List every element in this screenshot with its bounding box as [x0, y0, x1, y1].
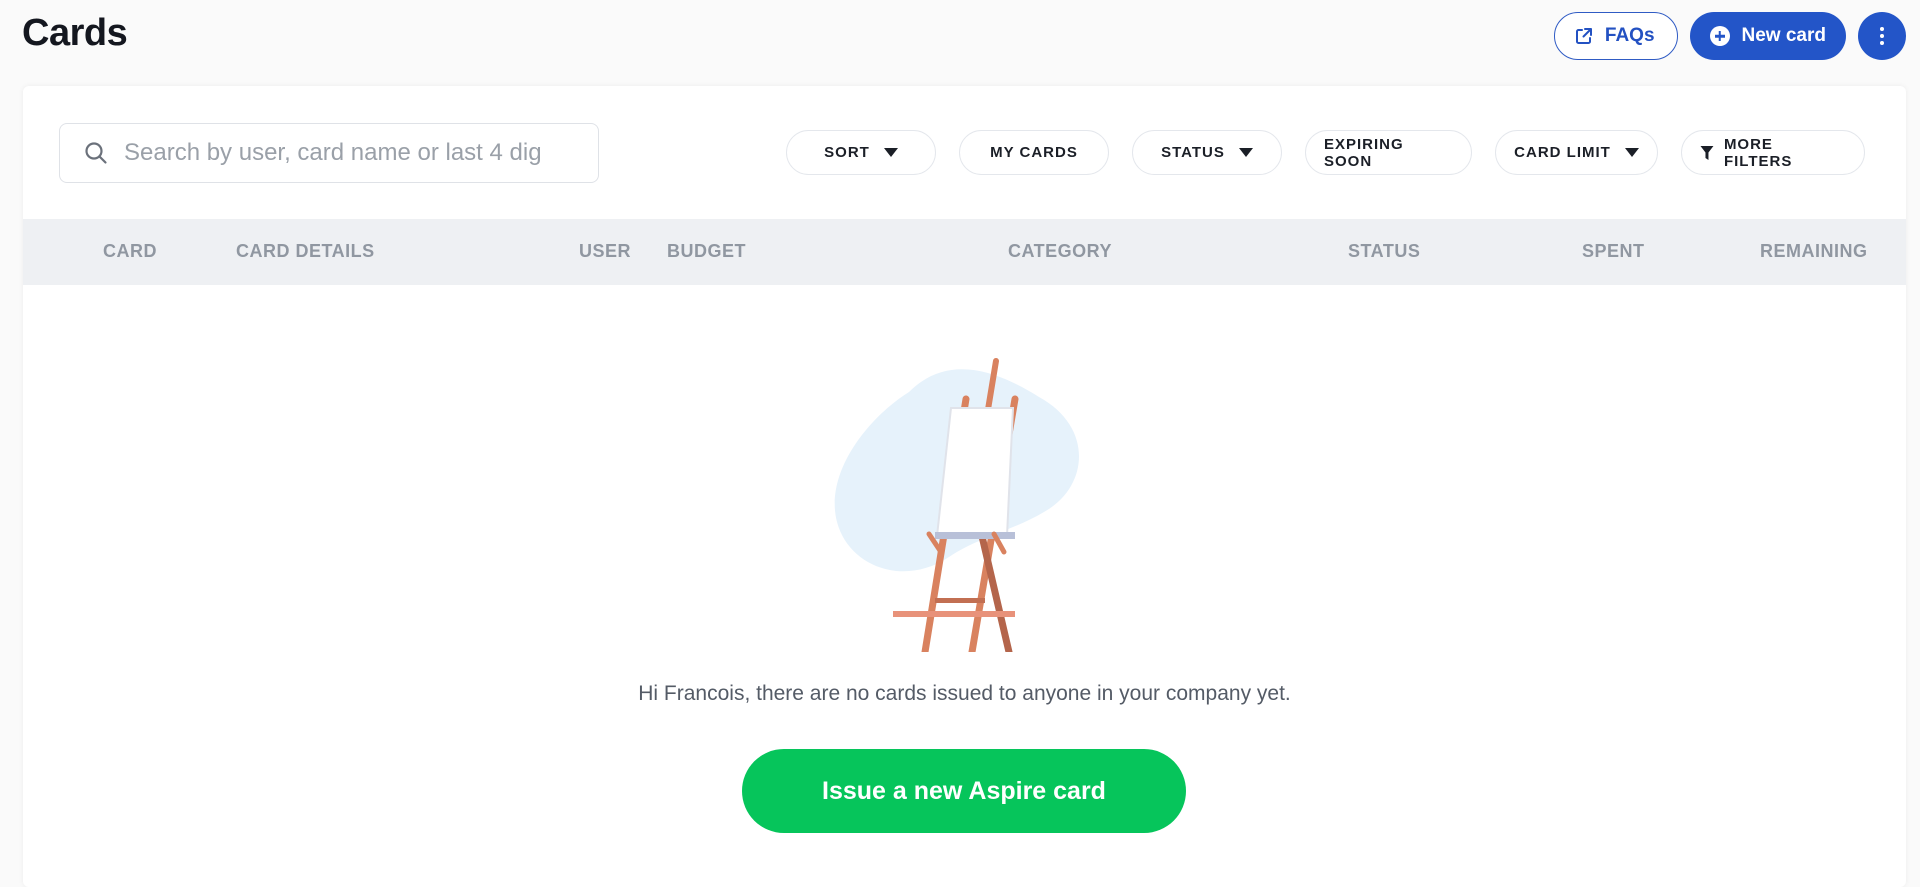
card-limit-label: CARD LIMIT — [1514, 144, 1611, 161]
column-header-remaining[interactable]: REMAINING — [1760, 241, 1868, 262]
faqs-button[interactable]: FAQs — [1553, 12, 1678, 60]
new-card-button[interactable]: New card — [1689, 12, 1846, 60]
search-input[interactable] — [124, 139, 584, 167]
page-title: Cards — [22, 12, 128, 54]
plus-circle-icon — [1709, 26, 1730, 46]
cards-page: Cards FAQs New card SORT — [0, 0, 1920, 887]
faqs-label: FAQs — [1604, 25, 1655, 46]
empty-easel-illustration — [834, 358, 1079, 652]
more-filters-button[interactable]: MORE FILTERS — [1681, 130, 1865, 175]
canvas — [935, 407, 1015, 537]
top-actions: FAQs New card — [1553, 12, 1906, 60]
sort-label: SORT — [824, 144, 870, 161]
search-icon — [85, 142, 107, 164]
caret-down-icon — [1238, 148, 1253, 157]
filter-bar: SORT MY CARDS STATUS EXPIRING SOON CARD … — [786, 130, 1865, 175]
empty-state-message: Hi Francois, there are no cards issued t… — [638, 682, 1291, 705]
column-header-card[interactable]: CARD — [103, 241, 157, 262]
caret-down-icon — [1624, 148, 1639, 157]
expiring-soon-label: EXPIRING SOON — [1324, 135, 1404, 170]
column-header-category[interactable]: CATEGORY — [1008, 241, 1112, 262]
sort-filter[interactable]: SORT — [786, 130, 936, 175]
caret-down-icon — [883, 148, 898, 157]
column-header-card-details[interactable]: CARD DETAILS — [236, 241, 375, 262]
column-header-user[interactable]: USER — [579, 241, 631, 262]
column-header-spent[interactable]: SPENT — [1582, 241, 1645, 262]
kebab-icon — [1880, 27, 1884, 31]
issue-new-card-button[interactable]: Issue a new Aspire card — [742, 749, 1186, 833]
search-box — [59, 123, 599, 183]
status-filter[interactable]: STATUS — [1132, 130, 1282, 175]
more-filters-label: MORE FILTERS — [1723, 135, 1793, 170]
my-cards-filter[interactable]: MY CARDS — [959, 130, 1109, 175]
filter-funnel-icon — [1700, 145, 1714, 160]
expiring-soon-filter[interactable]: EXPIRING SOON — [1305, 130, 1472, 175]
external-link-icon — [1575, 28, 1592, 44]
column-header-budget[interactable]: BUDGET — [667, 241, 746, 262]
more-options-button[interactable] — [1858, 12, 1906, 60]
cards-panel: SORT MY CARDS STATUS EXPIRING SOON CARD … — [23, 86, 1906, 887]
column-header-status[interactable]: STATUS — [1348, 241, 1420, 262]
status-label: STATUS — [1161, 144, 1225, 161]
card-limit-filter[interactable]: CARD LIMIT — [1495, 130, 1658, 175]
my-cards-label: MY CARDS — [990, 144, 1078, 161]
table-header: CARD CARD DETAILS USER BUDGET CATEGORY S… — [23, 219, 1906, 285]
new-card-label: New card — [1741, 25, 1826, 46]
